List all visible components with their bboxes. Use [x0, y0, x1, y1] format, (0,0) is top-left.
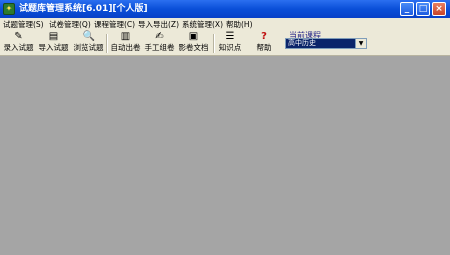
manual-paper-button[interactable]: ✍ 手工组卷	[143, 32, 176, 55]
import-book-icon: ▤	[48, 31, 59, 42]
document-icon: ▣	[188, 31, 199, 42]
menu-help[interactable]: 帮助(H)	[226, 18, 253, 31]
title-bar[interactable]: ✦ 试题库管理系统[6.01][个人版] _ □ ×	[0, 0, 450, 18]
auto-paper-label: 自动出卷	[110, 43, 141, 52]
browse-question-label: 浏览试题	[73, 43, 104, 52]
manual-paper-label: 手工组卷	[144, 43, 175, 52]
import-question-button[interactable]: ▤ 导入试题	[37, 32, 70, 55]
toolbar-separator	[106, 34, 108, 53]
menu-papers[interactable]: 试卷管理(Q)	[49, 18, 91, 31]
knowledge-list-icon: ☰	[225, 31, 235, 42]
course-select[interactable]: 高中历史 ▼	[285, 38, 367, 49]
minimize-button[interactable]: _	[400, 2, 414, 16]
app-logo-icon: ✦	[3, 3, 15, 15]
pencil-paper-icon: ✎	[14, 31, 23, 42]
browse-question-button[interactable]: 🔍 浏览试题	[72, 32, 105, 55]
chevron-down-icon[interactable]: ▼	[355, 39, 366, 48]
knowledge-button[interactable]: ☰ 知识点	[216, 32, 244, 55]
enter-question-button[interactable]: ✎ 录入试题	[2, 32, 35, 55]
tool-bar: ✎ 录入试题 ▤ 导入试题 🔍 浏览试题 ▥ 自动出卷 ✍ 手工组卷 ▣ 影卷文…	[0, 31, 450, 56]
import-question-label: 导入试题	[38, 43, 69, 52]
enter-question-label: 录入试题	[3, 43, 34, 52]
help-icon: ?	[261, 31, 267, 42]
menu-bar: 试题管理(S) 试卷管理(Q) 课程管理(C) 导入导出(Z) 系统管理(X) …	[0, 18, 450, 31]
paper-document-button[interactable]: ▣ 影卷文档	[177, 32, 210, 55]
help-button[interactable]: ? 帮助	[251, 32, 277, 55]
help-label: 帮助	[256, 43, 272, 52]
menu-questions[interactable]: 试题管理(S)	[3, 18, 44, 31]
printer-icon: ▥	[120, 31, 131, 42]
course-select-value: 高中历史	[288, 39, 316, 47]
auto-paper-button[interactable]: ▥ 自动出卷	[109, 32, 142, 55]
app-window: ✦ 试题库管理系统[6.01][个人版] _ □ × 试题管理(S) 试卷管理(…	[0, 0, 450, 255]
close-button[interactable]: ×	[432, 2, 446, 16]
knowledge-label: 知识点	[218, 43, 242, 52]
window-title: 试题库管理系统[6.01][个人版]	[19, 4, 148, 14]
menu-courses[interactable]: 课程管理(C)	[94, 18, 135, 31]
workspace-area	[0, 56, 450, 255]
maximize-button[interactable]: □	[416, 2, 430, 16]
magnifier-icon: 🔍	[82, 31, 95, 42]
hand-edit-icon: ✍	[155, 31, 164, 42]
menu-system[interactable]: 系统管理(X)	[182, 18, 223, 31]
menu-import-export[interactable]: 导入导出(Z)	[138, 18, 179, 31]
paper-document-label: 影卷文档	[178, 43, 209, 52]
toolbar-separator	[213, 34, 215, 53]
